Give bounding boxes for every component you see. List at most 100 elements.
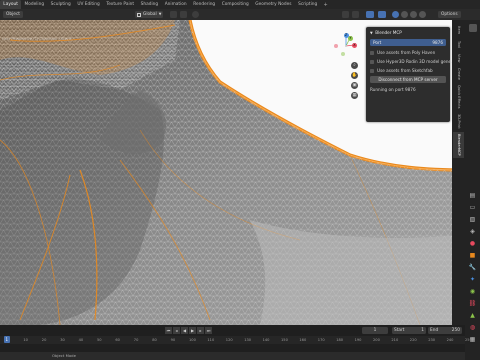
prev-keyframe-icon[interactable]: ◂ (173, 327, 180, 334)
sidebar-tab-quick-effects[interactable]: Quick Effects (453, 84, 464, 110)
tab-texture-paint[interactable]: Texture Paint (103, 0, 137, 9)
mcp-panel-title: Blender MCP (375, 30, 402, 35)
frame-tick-label: 120 (225, 337, 233, 342)
tab-scripting[interactable]: Scripting (295, 0, 321, 9)
axis-y-icon[interactable]: Y (348, 36, 353, 41)
tab-sculpting[interactable]: Sculpting (47, 0, 74, 9)
tab-modeling[interactable]: Modeling (21, 0, 47, 9)
sidebar-tab-item[interactable]: Item (453, 24, 464, 36)
frame-tick-label: 200 (373, 337, 380, 342)
render-properties-icon[interactable]: ▤ (469, 192, 477, 200)
orientation-icon (137, 12, 141, 17)
visibility-icon[interactable] (342, 11, 349, 18)
material-properties-icon[interactable]: ◍ (469, 324, 477, 332)
server-status: Running on port 9876 (370, 87, 416, 92)
perspective-toggle-icon[interactable]: ▦ (351, 92, 358, 99)
disconnect-button[interactable]: Disconnect from MCP server (370, 76, 446, 83)
option-poly-haven[interactable]: Use assets from Poly Haven (370, 50, 435, 55)
transform-orientation-dropdown[interactable]: Global ▼ (135, 11, 164, 18)
add-workspace-icon[interactable]: + (321, 2, 331, 8)
port-label: Port (373, 40, 382, 45)
end-value: 250 (451, 328, 460, 333)
sidebar-tab-tool[interactable]: Tool (453, 38, 464, 50)
frame-tick-label: 100 (189, 337, 196, 342)
frame-tick-label: 160 (299, 337, 307, 342)
tab-animation[interactable]: Animation (161, 0, 190, 9)
tab-rendering[interactable]: Rendering (190, 0, 219, 9)
physics-properties-icon[interactable]: ◉ (469, 288, 477, 296)
sidebar-tab-view[interactable]: View (453, 52, 464, 64)
playback-controls: ⏮ ◂ ◀ ▶ ▸ ⏭ (165, 327, 212, 334)
mode-selector[interactable]: Object (3, 11, 23, 18)
frame-tick-label: 150 (281, 337, 288, 342)
frame-tick-label: 20 (41, 337, 47, 342)
overlay-toggle-icon[interactable] (366, 11, 374, 18)
constraints-properties-icon[interactable]: ⛓ (469, 300, 477, 308)
start-label: Start (394, 328, 405, 333)
port-value: 9876 (432, 40, 443, 45)
tab-geometry-nodes[interactable]: Geometry Nodes (252, 0, 295, 9)
shading-wireframe-icon[interactable] (392, 11, 399, 18)
shading-solid-icon[interactable] (401, 11, 408, 18)
statusbar: Object Mode (0, 352, 465, 360)
checkbox-icon[interactable] (370, 68, 374, 73)
end-label: End (430, 328, 439, 333)
frame-tick-label: 210 (391, 337, 399, 342)
zoom-icon[interactable]: ⌕ (351, 62, 358, 69)
chevron-down-icon: ▼ (370, 30, 373, 35)
particles-properties-icon[interactable]: ✦ (469, 276, 477, 284)
jump-end-icon[interactable]: ⏭ (205, 327, 212, 334)
jump-start-icon[interactable]: ⏮ (165, 327, 172, 334)
play-icon[interactable]: ▶ (189, 327, 196, 334)
frame-tick-label: 180 (336, 337, 344, 342)
gizmo-toggle-icon[interactable] (352, 11, 359, 18)
next-keyframe-icon[interactable]: ▸ (197, 327, 204, 334)
modifier-properties-icon[interactable]: 🔧 (469, 264, 477, 272)
shading-rendered-icon[interactable] (419, 11, 426, 18)
option-label: Use Hyper3D Rodin 3D model gene... (377, 59, 456, 64)
tab-compositing[interactable]: Compositing (218, 0, 252, 9)
data-properties-icon[interactable]: ▲ (469, 312, 477, 320)
sidebar-tab-create[interactable]: Create (453, 66, 464, 82)
navigation-gizmo[interactable]: Z Y X (332, 32, 360, 60)
mcp-panel-header[interactable]: ▼ Blender MCP (370, 30, 402, 35)
current-frame-field[interactable]: 1 (362, 327, 388, 334)
camera-view-icon[interactable]: ▣ (351, 82, 358, 89)
axis-x-icon[interactable]: X (352, 42, 357, 48)
object-properties-icon[interactable]: ■ (469, 252, 477, 260)
checkbox-icon[interactable] (370, 50, 374, 55)
port-field[interactable]: Port 9876 (370, 39, 446, 46)
pivot-icon[interactable] (170, 11, 177, 18)
play-reverse-icon[interactable]: ◀ (181, 327, 188, 334)
option-sketchfab[interactable]: Use assets from Sketchfab (370, 68, 433, 73)
output-properties-icon[interactable]: ▭ (469, 204, 477, 212)
tab-uv-editing[interactable]: UV Editing (74, 0, 103, 9)
mouse-hint: Object Mode (52, 353, 76, 358)
end-frame-field[interactable]: End 250 (428, 327, 462, 334)
snap-icon[interactable] (180, 11, 187, 18)
tab-shading[interactable]: Shading (137, 0, 161, 9)
mcp-panel: ▼ Blender MCP Port 9876 Use assets from … (366, 27, 455, 122)
current-frame-marker[interactable]: 1 (4, 336, 10, 343)
frame-tick-label: 250 (465, 337, 472, 342)
scene-properties-icon[interactable]: ◈ (469, 228, 477, 236)
pan-hand-icon[interactable]: ✋ (351, 72, 358, 79)
options-button[interactable]: Options (438, 11, 461, 18)
world-properties-icon[interactable]: ● (469, 240, 477, 248)
sidebar-tab-blendermcp[interactable]: BlenderMCP (453, 132, 464, 158)
tab-layout[interactable]: Layout (0, 0, 22, 9)
option-label: Use assets from Sketchfab (377, 68, 433, 73)
axis-neg-x-icon[interactable] (334, 44, 338, 48)
tool-properties-icon[interactable] (468, 24, 477, 32)
start-frame-field[interactable]: Start 1 (392, 327, 426, 334)
proportional-edit-icon[interactable] (192, 11, 199, 18)
sidebar-tab-3d-print[interactable]: 3D-Print (453, 112, 464, 130)
view-layer-properties-icon[interactable]: ▧ (469, 216, 477, 224)
shading-material-icon[interactable] (410, 11, 417, 18)
frame-tick-label: 190 (354, 337, 362, 342)
checkbox-icon[interactable] (370, 59, 374, 64)
axis-neg-y-icon[interactable] (341, 52, 345, 56)
xray-toggle-icon[interactable] (378, 11, 386, 18)
option-hyper3d[interactable]: Use Hyper3D Rodin 3D model gene... (370, 59, 455, 64)
frame-ruler[interactable]: 0102030405060708090100110120130140150160… (0, 336, 472, 344)
